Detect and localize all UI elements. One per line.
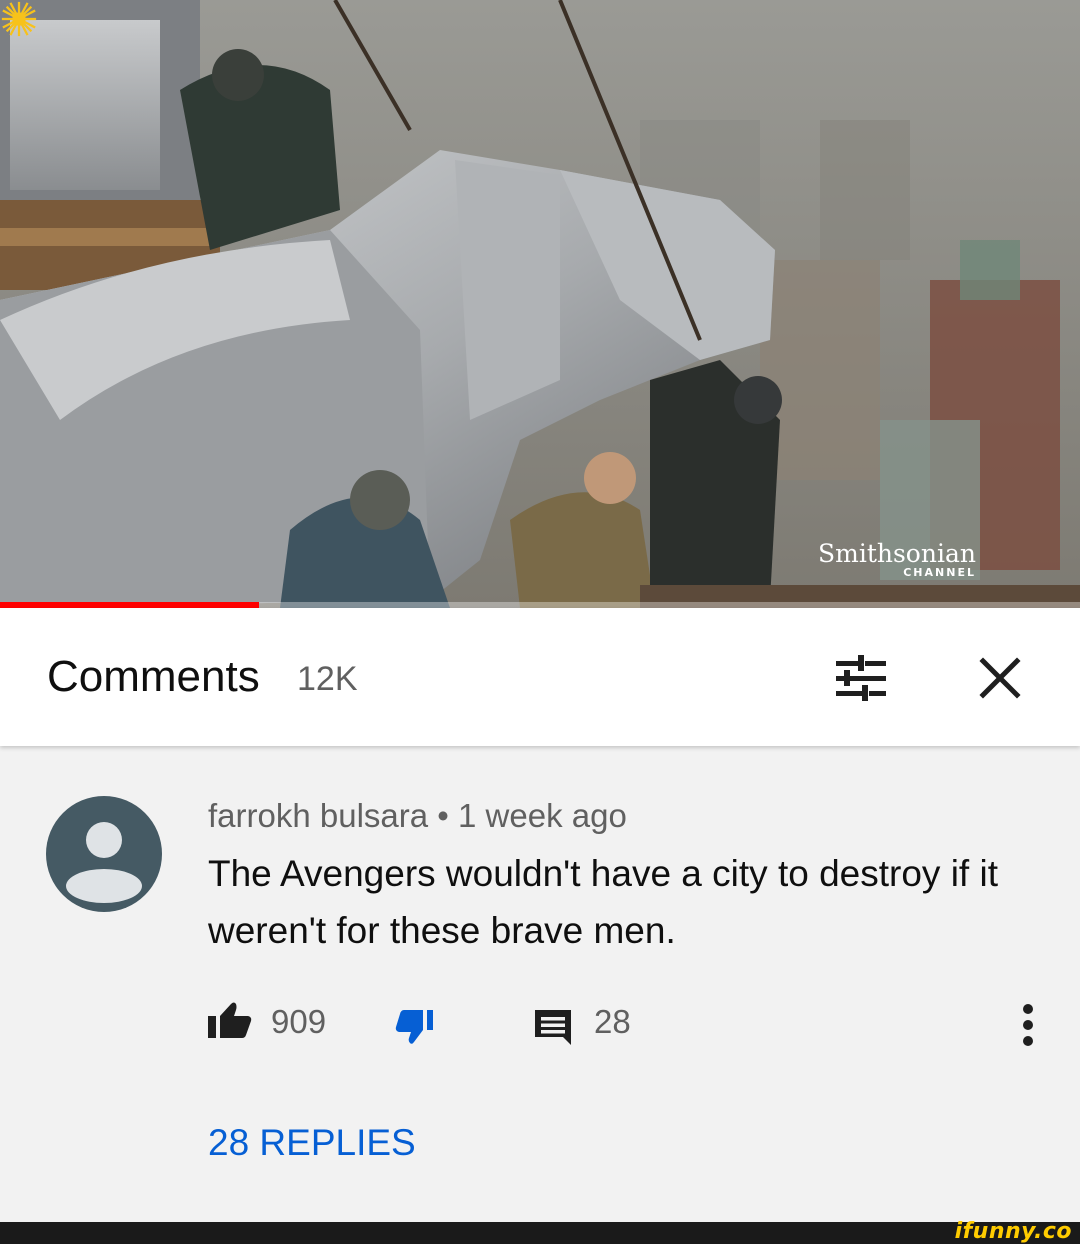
comment-author[interactable]: farrokh bulsara <box>208 797 428 834</box>
comment-time: 1 week ago <box>458 797 627 834</box>
channel-watermark: Smithsonian CHANNEL <box>818 539 976 580</box>
view-replies-button[interactable]: 28 REPLIES <box>208 1122 416 1164</box>
video-frame <box>0 0 1080 608</box>
comments-count: 12K <box>297 660 358 698</box>
sun-logo-icon <box>1 1 37 37</box>
meta-separator: • <box>437 797 449 834</box>
close-icon[interactable] <box>976 654 1024 702</box>
comment-meta: farrokh bulsara • 1 week ago <box>208 797 627 835</box>
video-player[interactable]: Smithsonian CHANNEL <box>0 0 1080 608</box>
comment-actions: 909 28 <box>0 1000 1080 1048</box>
reply-count: 28 <box>594 1003 631 1040</box>
comments-header: Comments 12K <box>0 608 1080 746</box>
watermark-name: Smithsonian <box>818 539 976 568</box>
comment-text: The Avengers wouldn't have a city to des… <box>208 853 998 951</box>
footer-bar: ifunny.co <box>0 1219 1080 1244</box>
reply-icon[interactable] <box>533 1008 573 1046</box>
more-icon[interactable] <box>1018 1002 1038 1048</box>
like-icon[interactable] <box>207 1000 253 1040</box>
brand-watermark: ifunny.co <box>954 1219 1072 1244</box>
comments-title: Comments <box>47 652 260 701</box>
avatar-icon <box>66 822 142 903</box>
like-count: 909 <box>271 1003 327 1040</box>
avatar[interactable] <box>46 796 162 912</box>
sort-icon[interactable] <box>834 652 888 706</box>
dislike-icon[interactable] <box>394 1008 434 1048</box>
